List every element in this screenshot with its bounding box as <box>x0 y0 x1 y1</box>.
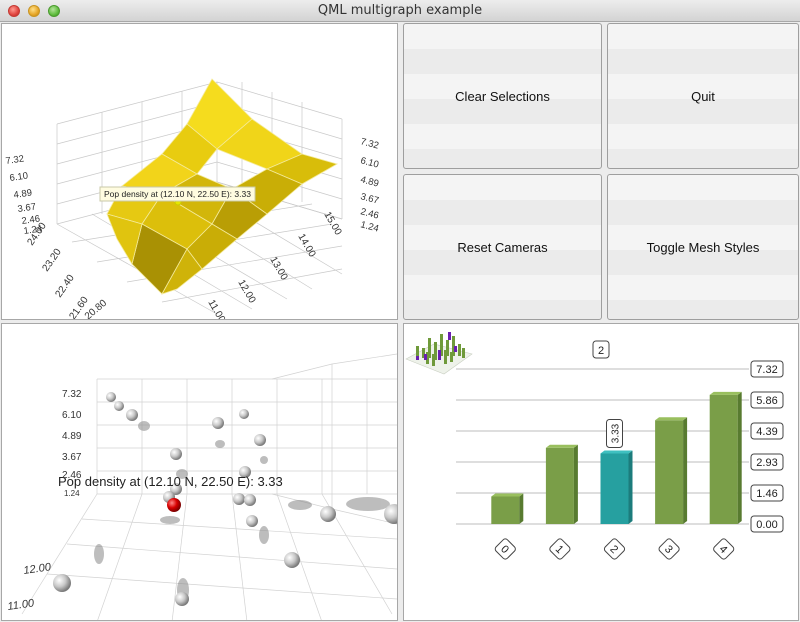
bar[interactable] <box>709 394 738 524</box>
bar-side <box>519 493 524 524</box>
surface-right-tick: 4.89 <box>359 174 380 189</box>
surface-right-tick: 6.10 <box>359 155 380 170</box>
bar-value-tick: 0.00 <box>756 519 777 531</box>
bar-selected-value-label: 3.33 <box>611 423 622 443</box>
bar-value-tick: 1.46 <box>756 488 777 500</box>
surface-right-axis: 7.32 6.10 4.89 3.67 2.46 1.24 <box>359 136 380 234</box>
surface-y-tick: 7.32 <box>5 154 25 167</box>
toggle-mesh-styles-button[interactable]: Toggle Mesh Styles <box>607 174 799 320</box>
bar-value-tick: 7.32 <box>756 364 777 376</box>
bar[interactable] <box>491 496 520 524</box>
bar-side <box>628 450 633 524</box>
bar-graph-panel[interactable]: 2 7.32 5.86 4.39 2.93 1.46 0.00 3.33 01234 <box>403 323 799 621</box>
bar-side <box>683 417 688 524</box>
bar[interactable] <box>545 447 574 524</box>
surface-lon-tick: 15.00 <box>321 210 343 238</box>
surface-graph[interactable]: Pop density at (12.10 N, 22.50 E): 3.33 … <box>2 24 398 320</box>
surface-lat-axis: 24.00 23.20 22.40 21.60 20.80 <box>25 221 109 319</box>
surface-graph-panel[interactable]: Pop density at (12.10 N, 22.50 E): 3.33 … <box>1 23 398 320</box>
surface-y-tick: 6.10 <box>9 171 29 184</box>
bar-top <box>491 493 524 497</box>
surface-lat-tick: 22.40 <box>53 273 77 300</box>
surface-lat-tick: 23.20 <box>40 247 64 274</box>
clear-selections-label: Clear Selections <box>455 88 550 104</box>
quit-button[interactable]: Quit <box>607 23 799 169</box>
scatter-graph[interactable]: Pop density at (12.10 N, 22.50 E): 3.33 … <box>2 324 398 621</box>
scatter-lon-tick: 11.00 <box>7 597 36 613</box>
scatter-y-tick: 4.89 <box>62 431 82 442</box>
scatter-graph-panel[interactable]: Pop density at (12.10 N, 22.50 E): 3.33 … <box>1 323 398 621</box>
scatter-y-tick: 7.32 <box>62 389 82 400</box>
surface-right-tick: 3.67 <box>359 191 380 206</box>
surface-lon-tick: 11.00 <box>205 298 227 320</box>
scatter-y-tick: 3.67 <box>62 452 82 463</box>
bar[interactable] <box>655 420 684 524</box>
bar-value-tick: 2.93 <box>756 457 777 469</box>
reset-cameras-button[interactable]: Reset Cameras <box>403 174 602 320</box>
bar-top <box>600 450 633 454</box>
surface-tooltip: Pop density at (12.10 N, 22.50 E): 3.33 <box>104 189 251 199</box>
surface-right-tick: 7.32 <box>359 136 380 151</box>
bar-slice-label: 2 <box>598 345 604 357</box>
reset-cameras-label: Reset Cameras <box>457 239 548 255</box>
bar-top <box>709 391 742 395</box>
bar-value-tick: 4.39 <box>756 426 777 438</box>
scatter-tooltip: Pop density at (12.10 N, 22.50 E): 3.33 <box>58 474 283 489</box>
bar-series[interactable]: 3.33 <box>491 391 742 524</box>
bar-side <box>573 444 578 524</box>
scatter-lon-tick: 12.00 <box>23 561 53 577</box>
clear-selections-button[interactable]: Clear Selections <box>403 23 602 169</box>
surface-y-tick: 4.89 <box>13 188 33 201</box>
bar-3d-thumbnail[interactable] <box>405 332 473 375</box>
bar-category-axis: 01234 <box>494 538 735 560</box>
surface-lon-tick: 13.00 <box>267 255 289 283</box>
bar-side <box>737 391 742 524</box>
bar-value-tick: 5.86 <box>756 395 777 407</box>
surface-y-tick: 3.67 <box>17 202 37 215</box>
scatter-y-tick: 1.24 <box>64 489 80 498</box>
scatter-y-tick: 2.46 <box>62 470 82 481</box>
bar-top <box>655 417 688 421</box>
bar-graph[interactable]: 2 7.32 5.86 4.39 2.93 1.46 0.00 3.33 01234 <box>404 324 799 621</box>
bar-top <box>545 444 578 448</box>
window-title: QML multigraph example <box>317 3 483 18</box>
toggle-mesh-styles-label: Toggle Mesh Styles <box>646 239 760 255</box>
scatter-y-tick: 6.10 <box>62 410 82 421</box>
scatter-selected-point[interactable] <box>167 498 181 512</box>
scatter-lon-axis: 12.00 11.00 <box>7 561 53 613</box>
window-titlebar: QML multigraph example <box>0 0 800 22</box>
scatter-points[interactable] <box>53 392 398 606</box>
surface-lon-tick: 14.00 <box>295 232 317 260</box>
quit-label: Quit <box>691 88 715 104</box>
bar[interactable] <box>600 453 629 524</box>
